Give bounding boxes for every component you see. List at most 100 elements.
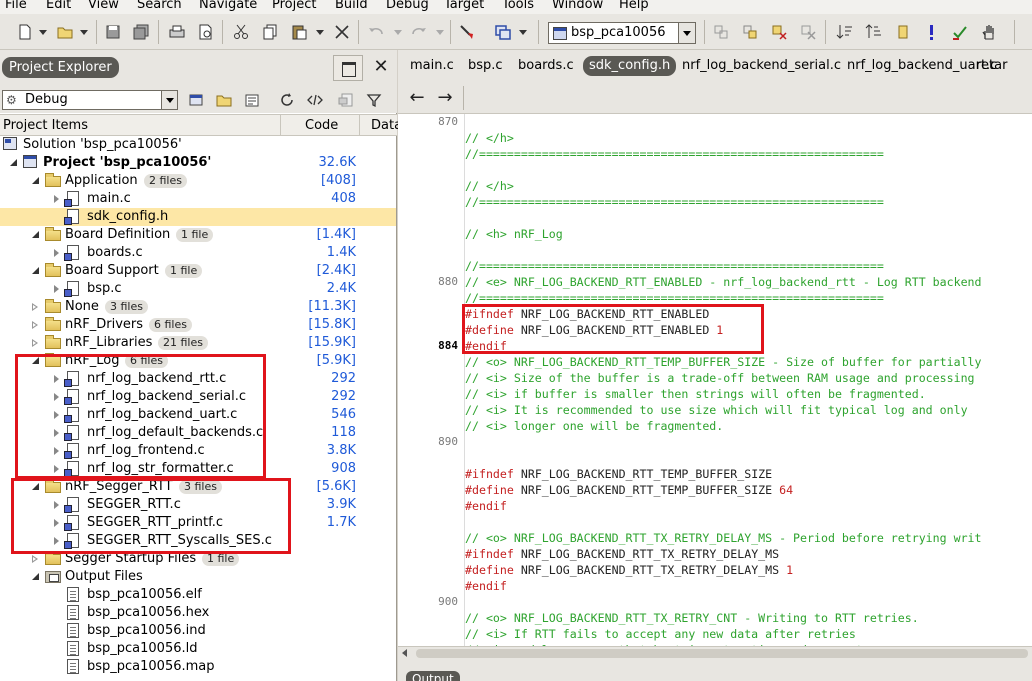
project-explorer-title[interactable]: Project Explorer [2, 57, 119, 78]
clear-breakpoints-icon[interactable] [799, 23, 817, 41]
check-icon[interactable] [951, 23, 969, 41]
export-icon[interactable] [337, 91, 355, 109]
column-project-items[interactable]: Project Items [3, 118, 88, 133]
menu-target[interactable]: Target [444, 0, 484, 13]
code-view-icon[interactable] [306, 91, 324, 109]
active-configuration-select[interactable]: bsp_pca10056 [548, 22, 696, 44]
close-icon[interactable]: ✕ [370, 56, 392, 78]
tree-item[interactable]: bsp_pca10056.elf [0, 586, 396, 604]
expand-arrow-icon[interactable] [54, 249, 59, 257]
tree-item[interactable]: bsp.c 2.4K [0, 280, 396, 298]
menu-build[interactable]: Build [335, 0, 368, 13]
sort-descending-icon[interactable] [865, 23, 883, 41]
disable-breakpoint-icon[interactable] [770, 23, 788, 41]
expand-arrow-icon[interactable] [32, 339, 39, 347]
build-config-icon[interactable] [494, 23, 512, 41]
tree-folder[interactable]: Output Files [0, 568, 396, 586]
menu-tools[interactable]: Tools [502, 0, 534, 13]
print-icon[interactable] [168, 23, 186, 41]
print-preview-icon[interactable] [197, 23, 215, 41]
undo-icon[interactable] [367, 23, 385, 41]
tree-item[interactable]: bsp_pca10056.ld [0, 640, 396, 658]
expand-arrow-icon[interactable] [32, 555, 39, 563]
menu-view[interactable]: View [88, 0, 119, 13]
redo-icon[interactable] [410, 23, 428, 41]
menu-search[interactable]: Search [137, 0, 182, 13]
editor-tab[interactable]: retar [976, 56, 1007, 76]
menu-navigate[interactable]: Navigate [199, 0, 257, 13]
new-folder-icon[interactable] [215, 91, 233, 109]
editor-tab[interactable]: main.c [410, 56, 454, 76]
back-arrow-icon[interactable]: ← [408, 89, 426, 107]
expand-arrow-icon[interactable] [32, 303, 39, 311]
scrollbar-thumb[interactable] [416, 649, 1028, 658]
build-target-icon[interactable] [458, 23, 476, 41]
expand-arrow-icon[interactable] [32, 321, 39, 329]
menu-debug[interactable]: Debug [386, 0, 429, 13]
tree-item[interactable]: bsp_pca10056.map [0, 658, 396, 676]
editor-tab[interactable]: nrf_log_backend_serial.c [682, 56, 841, 76]
refresh-icon[interactable] [278, 91, 296, 109]
menu-edit[interactable]: Edit [46, 0, 71, 13]
save-all-icon[interactable] [132, 23, 150, 41]
menu-file[interactable]: File [5, 0, 27, 13]
properties-icon[interactable] [243, 91, 261, 109]
expand-arrow-icon[interactable] [54, 285, 59, 293]
tab-output[interactable]: Output [406, 671, 460, 681]
tree-item[interactable]: bsp_pca10056.hex [0, 604, 396, 622]
tree-folder[interactable]: nRF_Drivers 6 files [15.8K] [0, 316, 396, 334]
tree-folder[interactable]: Board Definition 1 file [1.4K] [0, 226, 396, 244]
expand-arrow-icon[interactable] [54, 195, 59, 203]
paste-dropdown-icon[interactable] [316, 30, 324, 35]
paste-icon[interactable] [290, 23, 308, 41]
tree-folder[interactable]: Board Support 1 file [2.4K] [0, 262, 396, 280]
tree-folder[interactable]: nRF_Libraries 21 files [15.9K] [0, 334, 396, 352]
menu-help[interactable]: Help [619, 0, 649, 13]
tree-item[interactable]: boards.c 1.4K [0, 244, 396, 262]
forward-arrow-icon[interactable]: → [436, 89, 454, 107]
open-dropdown-icon[interactable] [80, 30, 88, 35]
hand-icon[interactable] [980, 23, 998, 41]
build-configuration-select[interactable]: ⚙ Debug [2, 90, 178, 110]
tree-folder[interactable]: Application 2 files [408] [0, 172, 396, 190]
editor-tab[interactable]: sdk_config.h [583, 56, 677, 76]
menu-project[interactable]: Project [272, 0, 316, 13]
new-file-dropdown-icon[interactable] [39, 30, 47, 35]
menu-window[interactable]: Window [552, 0, 603, 13]
alert-icon[interactable] [922, 23, 940, 41]
breakpoint-icon[interactable] [712, 23, 730, 41]
new-file-icon[interactable] [16, 23, 34, 41]
chevron-down-icon[interactable] [161, 91, 177, 109]
sort-ascending-icon[interactable] [836, 23, 854, 41]
open-folder-icon[interactable] [56, 23, 74, 41]
undo-dropdown-icon[interactable] [394, 30, 402, 35]
copy-icon[interactable] [262, 23, 280, 41]
editor-tab[interactable]: bsp.c [468, 56, 503, 76]
delete-icon[interactable] [333, 23, 351, 41]
build-config-dropdown-icon[interactable] [519, 30, 527, 35]
code-editor[interactable]: 870 880 884 890 900 // </h> //===============… [398, 114, 1032, 646]
column-code[interactable]: Code [305, 118, 338, 133]
tree-item[interactable]: Project 'bsp_pca10056' 32.6K [0, 154, 396, 172]
tree-folder[interactable]: None 3 files [11.3K] [0, 298, 396, 316]
new-breakpoint-icon[interactable] [741, 23, 759, 41]
filter-icon[interactable] [365, 91, 383, 109]
editor-tab[interactable]: nrf_log_backend_uart.c [847, 56, 997, 76]
chevron-down-icon[interactable] [678, 23, 695, 43]
redo-dropdown-icon[interactable] [436, 30, 444, 35]
scroll-left-icon[interactable] [402, 649, 407, 657]
maximize-icon[interactable] [333, 55, 363, 81]
save-icon[interactable] [104, 23, 122, 41]
tree-item[interactable]: main.c 408 [0, 190, 396, 208]
new-project-icon[interactable] [187, 91, 205, 109]
tree-item[interactable]: sdk_config.h [0, 208, 396, 226]
column-divider[interactable] [280, 115, 281, 136]
editor-tab[interactable]: boards.c [518, 56, 574, 76]
tree-item[interactable]: bsp_pca10056.ind [0, 622, 396, 640]
cut-icon[interactable] [232, 23, 250, 41]
bookmark-icon[interactable] [894, 23, 912, 41]
output-folder-icon [45, 571, 61, 583]
horizontal-scrollbar[interactable] [398, 646, 1032, 660]
column-divider[interactable] [359, 115, 360, 136]
tree-item[interactable]: Solution 'bsp_pca10056' [0, 136, 396, 154]
